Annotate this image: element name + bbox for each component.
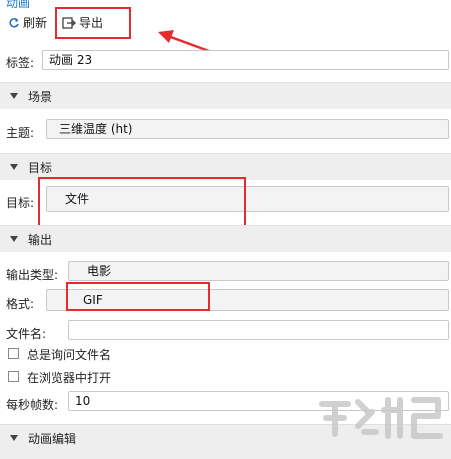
section-scene[interactable]: 场景 — [0, 82, 451, 109]
format-label: 格式: — [6, 297, 35, 311]
filename-label: 文件名: — [6, 327, 47, 341]
watermark-logo-icon — [319, 397, 443, 439]
collapse-triangle-icon — [10, 164, 18, 170]
highlight-box-export — [55, 7, 131, 39]
section-output[interactable]: 输出 — [0, 225, 451, 252]
refresh-icon — [9, 17, 19, 28]
subject-select[interactable]: 三维温度 (ht) — [46, 119, 449, 139]
refresh-label: 刷新 — [23, 16, 48, 30]
filename-input[interactable] — [68, 320, 449, 340]
tag-input[interactable]: 动画 23 — [42, 50, 449, 70]
output-type-value: 电影 — [87, 264, 112, 278]
always-ask-label: 总是询问文件名 — [27, 348, 112, 362]
fps-label: 每秒帧数: — [6, 398, 59, 412]
section-output-title: 输出 — [28, 233, 53, 247]
open-browser-label: 在浏览器中打开 — [27, 371, 112, 385]
subject-label: 主题: — [6, 126, 35, 140]
subject-value: 三维温度 (ht) — [59, 122, 133, 136]
section-target[interactable]: 目标 — [0, 153, 451, 180]
collapse-triangle-icon — [10, 236, 18, 242]
collapse-triangle-icon — [10, 93, 18, 99]
open-browser-checkbox[interactable] — [8, 371, 19, 382]
output-type-select[interactable]: 电影 — [68, 261, 449, 281]
collapse-triangle-icon — [10, 435, 18, 441]
highlight-box-format — [66, 282, 210, 311]
tag-label: 标签: — [6, 56, 35, 70]
section-target-title: 目标 — [28, 161, 53, 175]
section-scene-title: 场景 — [28, 90, 53, 104]
refresh-button[interactable]: 刷新 — [8, 14, 47, 31]
target-label: 目标: — [6, 196, 35, 210]
always-ask-checkbox[interactable] — [8, 348, 19, 359]
output-type-label: 输出类型: — [6, 268, 59, 282]
section-edit-title: 动画编辑 — [28, 432, 77, 446]
